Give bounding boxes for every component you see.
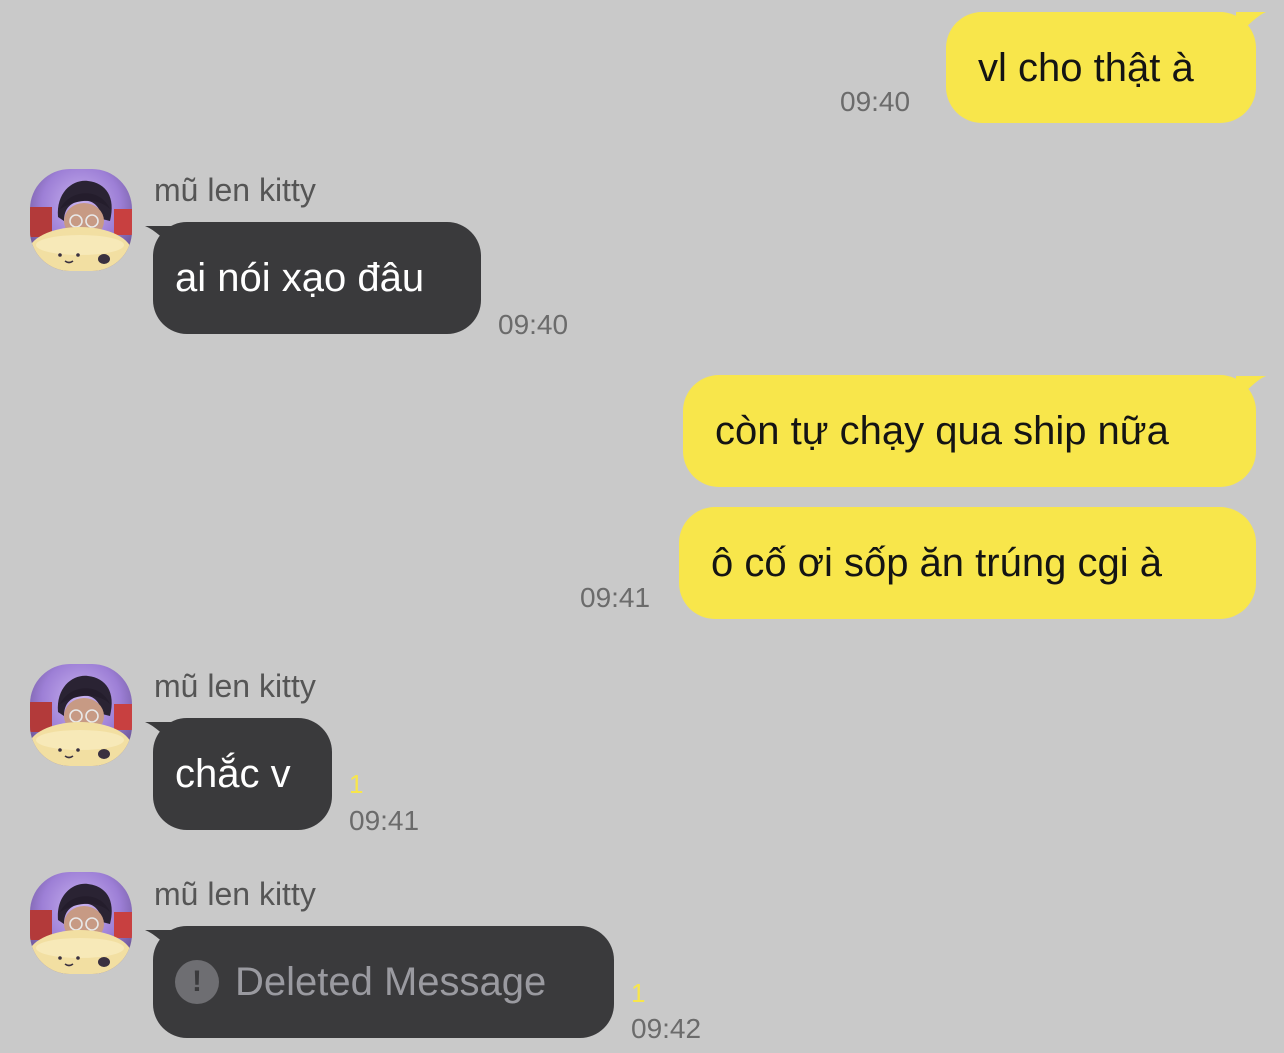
sender-avatar[interactable] — [30, 664, 132, 766]
message-bubble-outgoing[interactable]: còn tự chạy qua ship nữa — [683, 375, 1256, 487]
avatar-image — [30, 872, 132, 974]
message-timestamp: 09:40 — [840, 86, 911, 117]
avatar-image — [30, 664, 132, 766]
message-timestamp: 09:40 — [498, 309, 569, 340]
bubble-tail — [145, 930, 175, 954]
bubble-tail — [145, 226, 175, 250]
sender-name: mũ len kitty — [154, 172, 316, 208]
sender-name: mũ len kitty — [154, 668, 316, 704]
message-bubble-outgoing[interactable]: vl cho thật à — [946, 12, 1256, 123]
message-text: chắc v — [175, 752, 291, 796]
message-bubble-incoming[interactable]: ai nói xạo đâu — [153, 222, 481, 334]
message-text: vl cho thật à — [978, 45, 1194, 90]
message-text: ai nói xạo đâu — [175, 256, 425, 300]
unread-count: 1 — [349, 769, 364, 799]
sender-avatar[interactable] — [30, 169, 132, 271]
message-timestamp: 09:42 — [631, 1013, 702, 1044]
message-text: Deleted Message — [235, 960, 547, 1004]
unread-count: 1 — [631, 978, 646, 1008]
sender-name: mũ len kitty — [154, 876, 316, 912]
message-bubble-outgoing[interactable]: ô cố ơi sốp ăn trúng cgi à — [679, 507, 1256, 619]
message-timestamp: 09:41 — [349, 805, 420, 836]
message-bubble-incoming[interactable]: chắc v — [153, 718, 332, 830]
message-timestamp: 09:41 — [580, 582, 651, 613]
exclamation-circle-icon: ! — [175, 960, 219, 1004]
message-text: còn tự chạy qua ship nữa — [715, 409, 1169, 453]
avatar-image — [30, 169, 132, 271]
bubble-tail — [1236, 376, 1266, 400]
sender-avatar[interactable] — [30, 872, 132, 974]
deleted-message-bubble[interactable]: ! Deleted Message — [153, 926, 614, 1038]
message-text: ô cố ơi sốp ăn trúng cgi à — [711, 541, 1162, 585]
bubble-tail — [1236, 12, 1266, 36]
bubble-tail — [145, 722, 175, 746]
